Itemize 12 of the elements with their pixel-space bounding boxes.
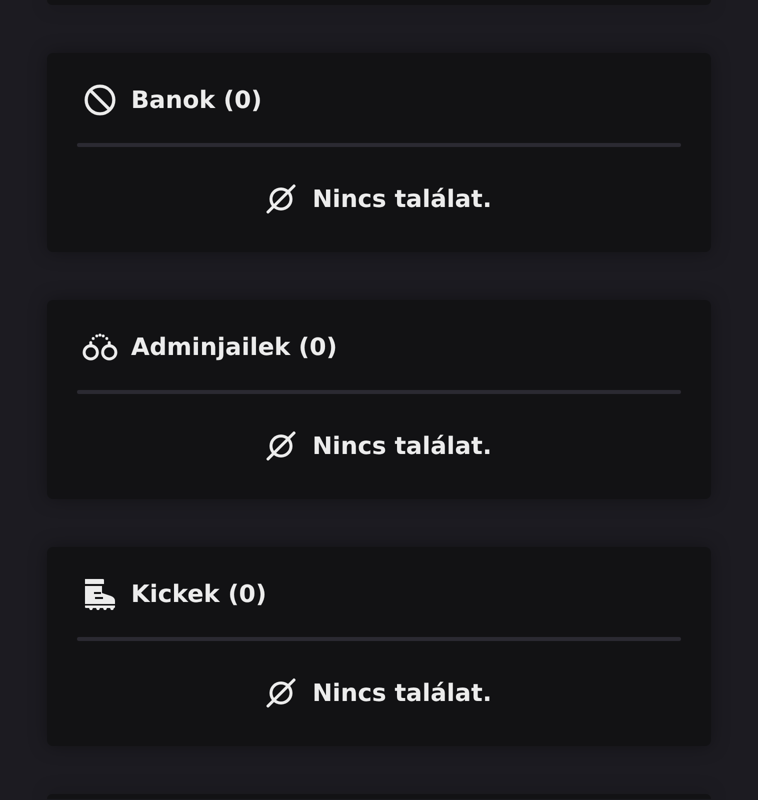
empty-set-icon (266, 678, 296, 708)
empty-message: Nincs találat. (312, 678, 492, 709)
empty-message: Nincs találat. (312, 184, 492, 215)
section-title: Banok (0) (131, 85, 262, 116)
boot-icon (84, 578, 116, 610)
empty-set-icon (266, 184, 296, 214)
handcuffs-icon (82, 333, 118, 361)
empty-message: Nincs találat. (312, 431, 492, 462)
section-title: Kickek (0) (131, 579, 267, 610)
section-title: Adminjailek (0) (131, 332, 338, 363)
ban-icon (84, 84, 116, 116)
empty-set-icon (266, 431, 296, 461)
